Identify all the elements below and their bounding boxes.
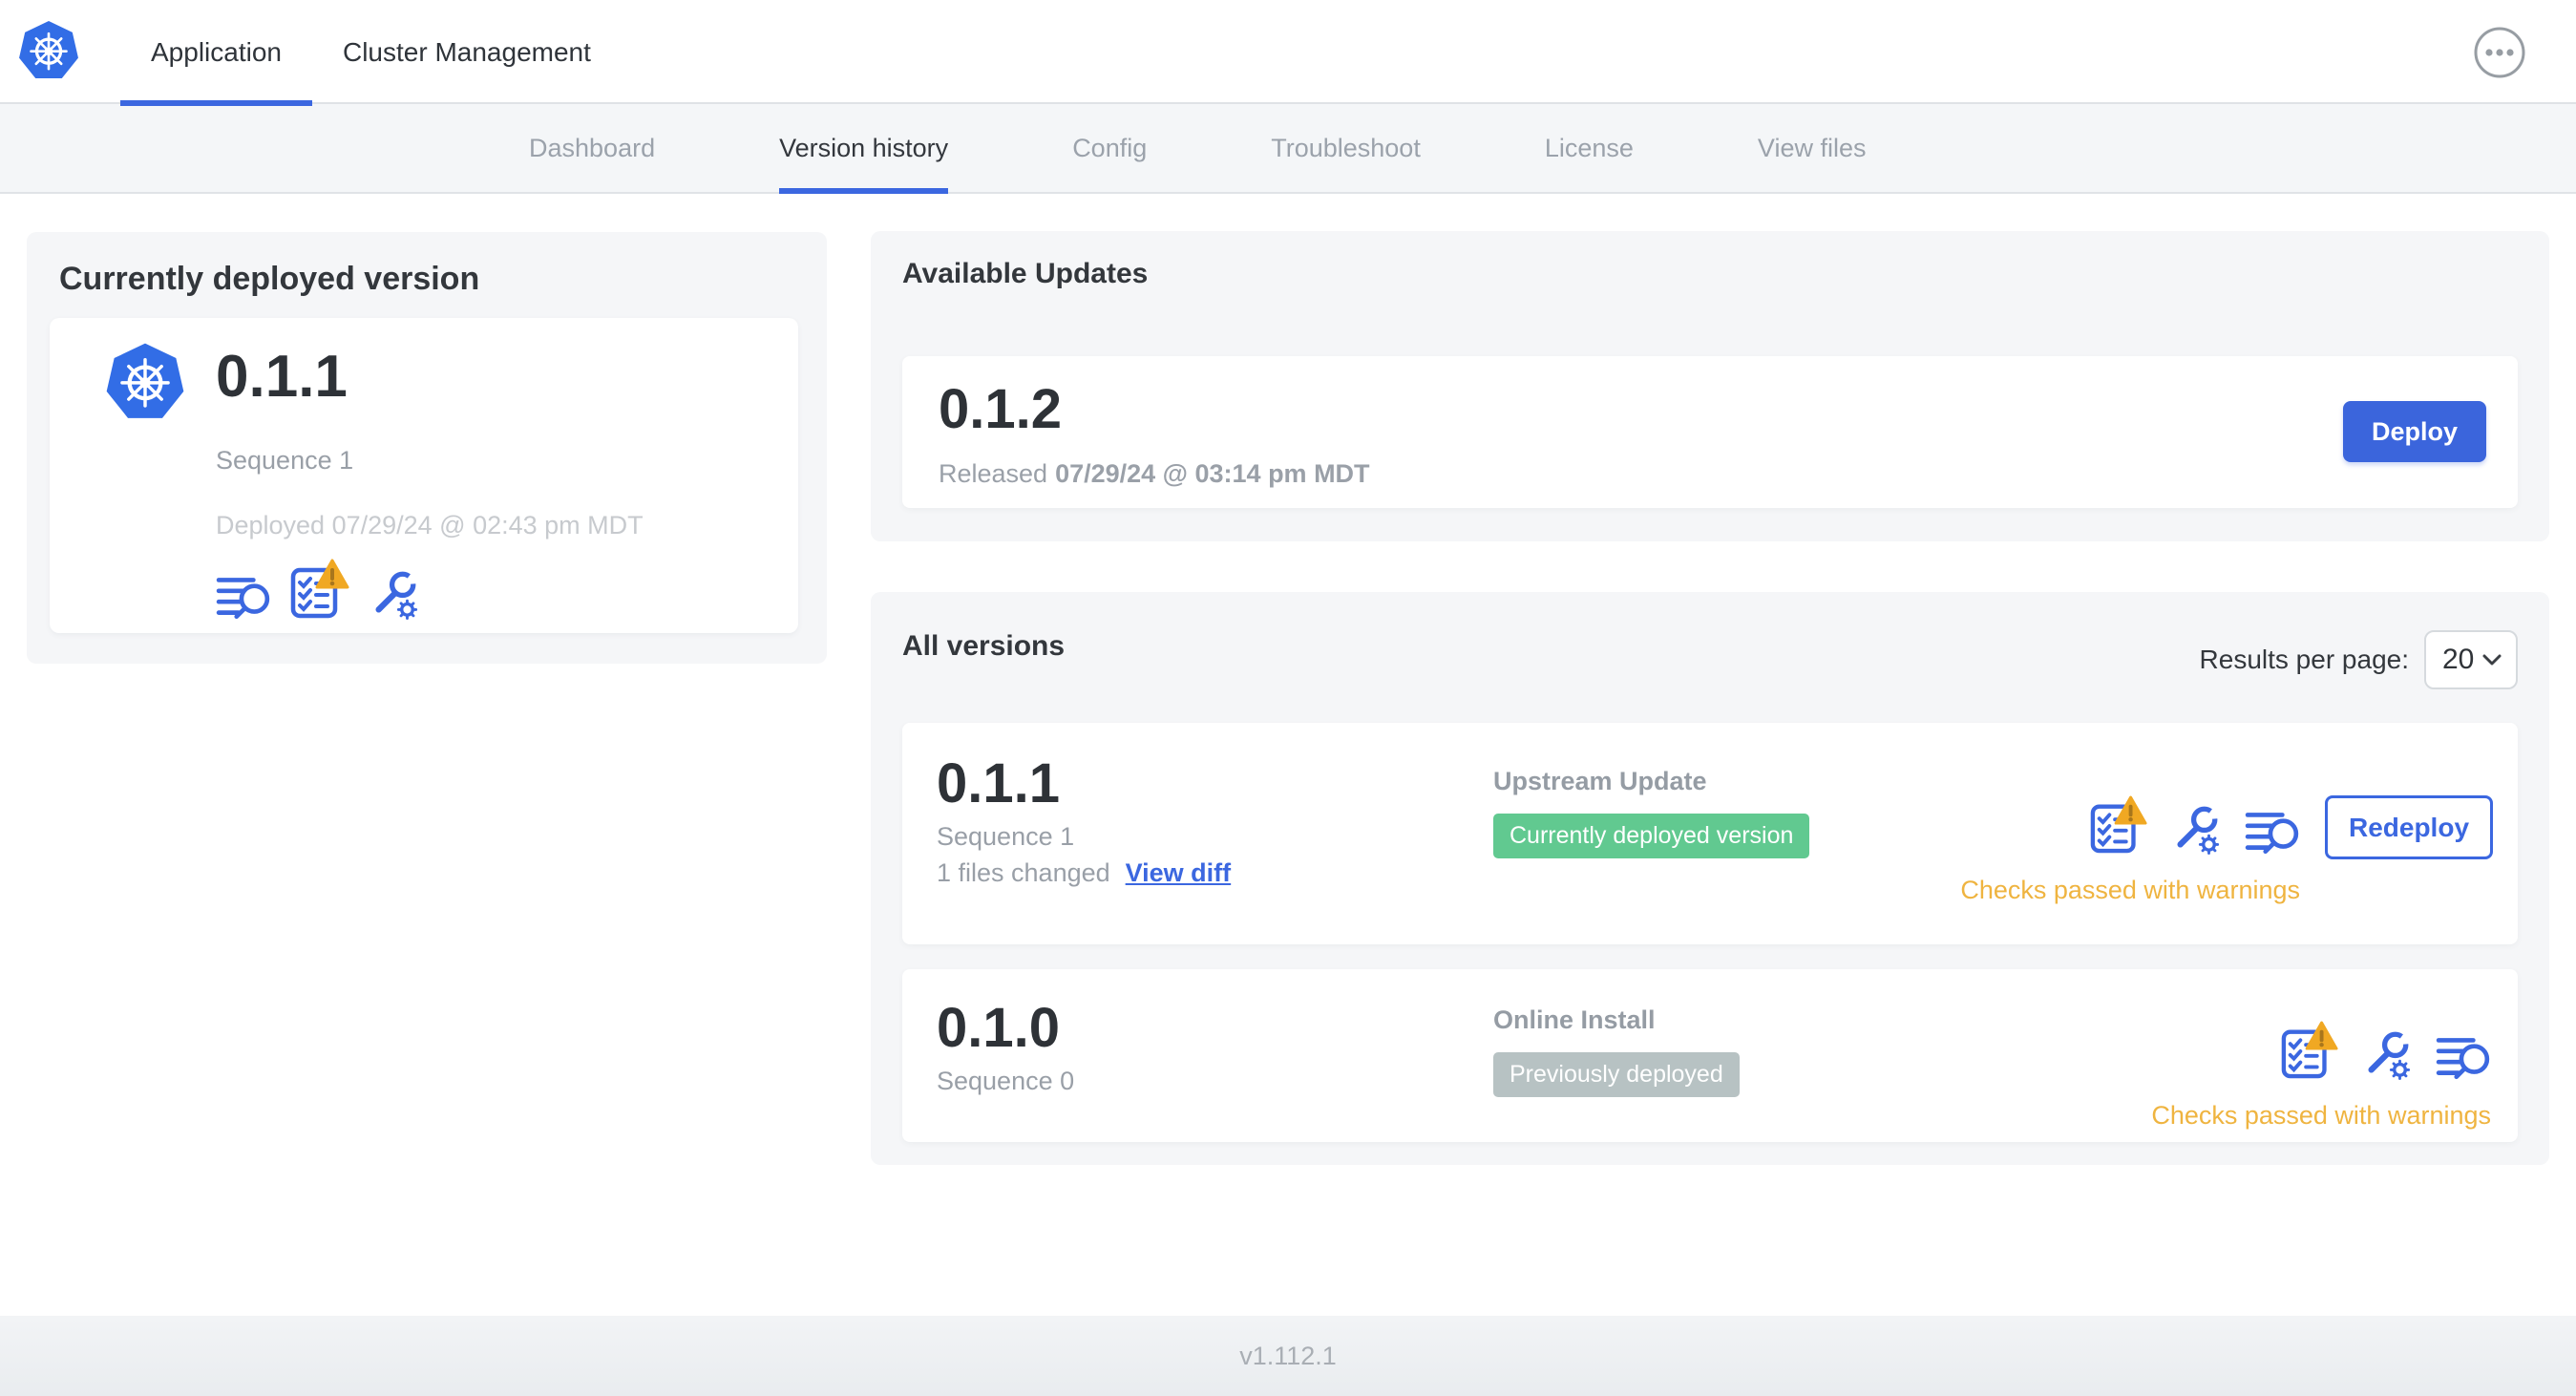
preflight-status-text: Checks passed with warnings bbox=[1960, 876, 2300, 904]
results-per-page-label: Results per page: bbox=[2199, 645, 2409, 674]
app-subnav: Dashboard Version history Config Trouble… bbox=[0, 104, 2576, 194]
preflight-checks-warning-icon[interactable] bbox=[2090, 795, 2147, 855]
preflight-checks-warning-icon[interactable] bbox=[290, 559, 349, 620]
available-update-card: 0.1.2 Released 07/29/24 @ 03:14 pm MDT De… bbox=[902, 356, 2518, 508]
deployed-version-number: 0.1.1 bbox=[216, 344, 348, 410]
version-actions: Checks passed with warnings Redeploy bbox=[1960, 795, 2493, 905]
kubernetes-app-icon bbox=[103, 341, 187, 423]
results-per-page-value: 20 bbox=[2442, 644, 2475, 675]
currently-deployed-badge: Currently deployed version bbox=[1493, 814, 1810, 858]
redeploy-button[interactable]: Redeploy bbox=[2325, 795, 2493, 859]
view-diff-link[interactable]: View diff bbox=[1126, 858, 1232, 887]
tab-application[interactable]: Application bbox=[120, 0, 312, 106]
ellipsis-menu-icon[interactable] bbox=[2473, 26, 2526, 79]
results-per-page: Results per page: 20 bbox=[2200, 630, 2518, 689]
subnav-item-config[interactable]: Config bbox=[1072, 104, 1147, 192]
version-info: 0.1.1 Sequence 1 1 files changed View dif… bbox=[937, 755, 1231, 888]
source-label: Online Install bbox=[1493, 1005, 1656, 1034]
deploy-logs-icon[interactable] bbox=[216, 572, 271, 620]
deploy-button[interactable]: Deploy bbox=[2343, 401, 2486, 462]
deployed-timestamp: Deployed 07/29/24 @ 02:43 pm MDT bbox=[216, 511, 644, 539]
version-number: 0.1.0 bbox=[937, 997, 1060, 1059]
update-version-number: 0.1.2 bbox=[939, 378, 1062, 440]
files-changed-label: 1 files changed bbox=[937, 858, 1110, 888]
preflight-status-text: Checks passed with warnings bbox=[2151, 1101, 2491, 1130]
all-versions-panel: All versions Results per page: 20 0.1.1 … bbox=[871, 592, 2549, 1165]
version-number: 0.1.1 bbox=[937, 752, 1060, 814]
available-updates-panel: Available Updates 0.1.2 Released 07/29/24… bbox=[871, 231, 2549, 541]
currently-deployed-panel: Currently deployed version 0.1.1 Sequenc… bbox=[27, 232, 827, 664]
subnav-item-view-files[interactable]: View files bbox=[1758, 104, 1867, 192]
files-changed: 1 files changed View diff bbox=[937, 858, 1231, 888]
available-updates-title: Available Updates bbox=[902, 258, 1149, 289]
console-version: v1.112.1 bbox=[1239, 1341, 1337, 1370]
source-label: Upstream Update bbox=[1493, 767, 1707, 795]
chevron-down-icon bbox=[2482, 654, 2502, 666]
app-footer: v1.112.1 bbox=[0, 1316, 2576, 1396]
app-header: Application Cluster Management bbox=[0, 0, 2576, 106]
version-sequence: Sequence 1 bbox=[937, 822, 1075, 852]
version-row-0-1-1: 0.1.1 Sequence 1 1 files changed View dif… bbox=[902, 723, 2518, 944]
deploy-logs-icon[interactable] bbox=[2436, 1032, 2491, 1080]
update-released-line: Released 07/29/24 @ 03:14 pm MDT bbox=[939, 459, 1370, 489]
deploy-logs-icon[interactable] bbox=[2245, 807, 2300, 855]
app-tabs: Application Cluster Management bbox=[120, 0, 622, 106]
edit-config-wrench-icon[interactable] bbox=[2361, 1028, 2413, 1080]
released-label: Released bbox=[939, 459, 1048, 488]
version-row-0-1-0: 0.1.0 Sequence 0 Online Install Previous… bbox=[902, 969, 2518, 1142]
kubernetes-logo-icon bbox=[17, 19, 80, 82]
subnav-item-troubleshoot[interactable]: Troubleshoot bbox=[1271, 104, 1421, 192]
edit-config-wrench-icon[interactable] bbox=[2170, 803, 2222, 855]
edit-config-wrench-icon[interactable] bbox=[369, 568, 420, 620]
subnav-item-version-history[interactable]: Version history bbox=[779, 104, 949, 194]
version-source: Online Install Previously deployed bbox=[1493, 1005, 1740, 1097]
tab-cluster-management[interactable]: Cluster Management bbox=[312, 0, 622, 104]
currently-deployed-card: 0.1.1 Sequence 1 Deployed 07/29/24 @ 02:… bbox=[50, 318, 798, 633]
version-actions: Checks passed with warnings bbox=[2151, 1021, 2491, 1131]
released-timestamp: 07/29/24 @ 03:14 pm MDT bbox=[1055, 459, 1370, 488]
preflight-checks-warning-icon[interactable] bbox=[2281, 1021, 2338, 1080]
version-info: 0.1.0 Sequence 0 bbox=[937, 1000, 1074, 1096]
deployed-version-actions bbox=[216, 559, 420, 620]
previously-deployed-badge: Previously deployed bbox=[1493, 1052, 1740, 1097]
currently-deployed-title: Currently deployed version bbox=[59, 261, 480, 297]
version-sequence: Sequence 0 bbox=[937, 1067, 1075, 1096]
all-versions-title: All versions bbox=[902, 630, 1066, 662]
subnav-item-dashboard[interactable]: Dashboard bbox=[529, 104, 655, 192]
results-per-page-select[interactable]: 20 bbox=[2424, 630, 2518, 689]
subnav-item-license[interactable]: License bbox=[1545, 104, 1634, 192]
deployed-sequence: Sequence 1 bbox=[216, 446, 354, 475]
version-source: Upstream Update Currently deployed versi… bbox=[1493, 767, 1810, 858]
